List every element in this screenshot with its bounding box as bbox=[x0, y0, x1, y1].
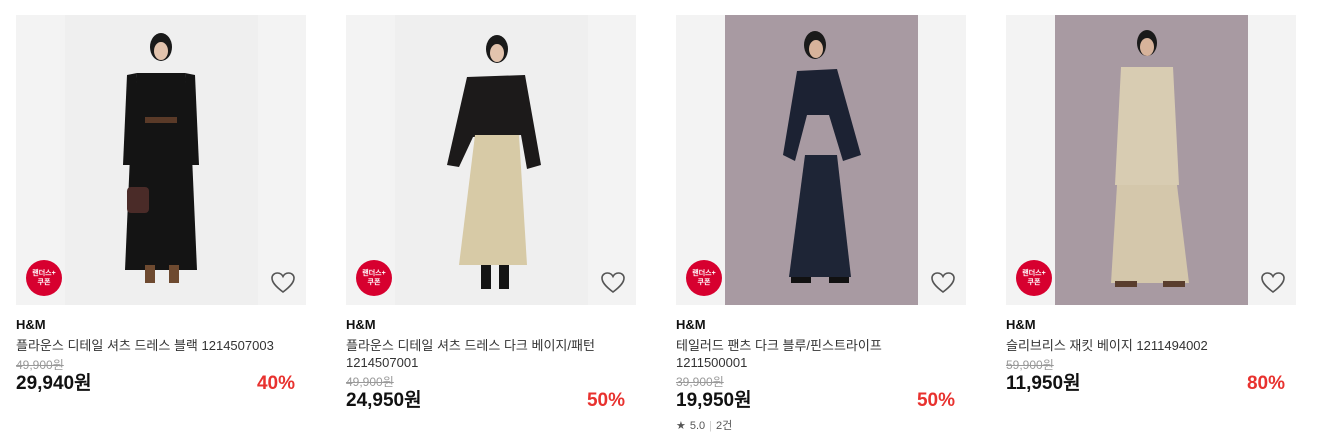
product-grid: 랜더스+ 쿠폰 H&M 플라운스 디테일 셔츠 드레스 블랙 121450700… bbox=[0, 0, 1318, 434]
wishlist-heart-icon[interactable] bbox=[930, 271, 956, 295]
product-card[interactable]: 랜더스+ 쿠폰 H&M 슬리브리스 재킷 베이지 1211494002 59,9… bbox=[1006, 15, 1296, 396]
product-thumbnail[interactable]: 랜더스+ 쿠폰 bbox=[676, 15, 966, 305]
original-price: 39,900원 bbox=[676, 375, 724, 389]
price-row: 24,950원 50% bbox=[346, 389, 625, 413]
brand-name[interactable]: H&M bbox=[1006, 317, 1296, 333]
sale-price: 24,950원 bbox=[346, 390, 422, 411]
coupon-badge: 랜더스+ 쿠폰 bbox=[1016, 260, 1052, 296]
wishlist-heart-icon[interactable] bbox=[1260, 271, 1286, 295]
discount-rate: 50% bbox=[916, 390, 955, 411]
rating-summary: ★ 5.0 | 2건 bbox=[676, 419, 966, 433]
coupon-badge: 랜더스+ 쿠폰 bbox=[26, 260, 62, 296]
product-name[interactable]: 플라운스 디테일 셔츠 드레스 블랙 1214507003 bbox=[16, 337, 286, 354]
product-name[interactable]: 슬리브리스 재킷 베이지 1211494002 bbox=[1006, 337, 1276, 354]
product-thumbnail[interactable]: 랜더스+ 쿠폰 bbox=[16, 15, 306, 305]
product-card[interactable]: 랜더스+ 쿠폰 H&M 플라운스 디테일 셔츠 드레스 블랙 121450700… bbox=[16, 15, 306, 396]
discount-rate: 50% bbox=[586, 390, 625, 411]
product-image[interactable] bbox=[725, 15, 918, 305]
sale-price: 29,940원 bbox=[16, 373, 92, 394]
product-name[interactable]: 플라운스 디테일 셔츠 드레스 다크 베이지/패턴 1214507001 bbox=[346, 337, 616, 371]
review-count[interactable]: 2건 bbox=[716, 419, 732, 433]
wishlist-heart-icon[interactable] bbox=[270, 271, 296, 295]
brand-name[interactable]: H&M bbox=[346, 317, 636, 333]
price-row: 19,950원 50% bbox=[676, 389, 955, 413]
star-icon: ★ bbox=[676, 420, 686, 432]
brand-name[interactable]: H&M bbox=[16, 317, 306, 333]
price-row: 11,950원 80% bbox=[1006, 372, 1285, 396]
product-thumbnail[interactable]: 랜더스+ 쿠폰 bbox=[346, 15, 636, 305]
brand-name[interactable]: H&M bbox=[676, 317, 966, 333]
original-price: 49,900원 bbox=[346, 375, 394, 389]
rating-score: 5.0 bbox=[689, 420, 706, 432]
product-card[interactable]: 랜더스+ 쿠폰 H&M 테일러드 팬츠 다크 블루/핀스트라이프 1211500… bbox=[676, 15, 966, 433]
discount-rate: 80% bbox=[1246, 373, 1285, 394]
product-image[interactable] bbox=[65, 15, 258, 305]
product-image[interactable] bbox=[1055, 15, 1248, 305]
coupon-badge: 랜더스+ 쿠폰 bbox=[356, 260, 392, 296]
product-name[interactable]: 테일러드 팬츠 다크 블루/핀스트라이프 1211500001 bbox=[676, 337, 946, 371]
sale-price: 19,950원 bbox=[676, 390, 752, 411]
product-image[interactable] bbox=[395, 15, 588, 305]
product-card[interactable]: 랜더스+ 쿠폰 H&M 플라운스 디테일 셔츠 드레스 다크 베이지/패턴 12… bbox=[346, 15, 636, 413]
original-price: 59,900원 bbox=[1006, 358, 1054, 372]
sale-price: 11,950원 bbox=[1006, 373, 1081, 394]
price-row: 29,940원 40% bbox=[16, 372, 295, 396]
divider: | bbox=[709, 420, 713, 432]
original-price: 49,900원 bbox=[16, 358, 64, 372]
wishlist-heart-icon[interactable] bbox=[600, 271, 626, 295]
discount-rate: 40% bbox=[256, 373, 295, 394]
product-thumbnail[interactable]: 랜더스+ 쿠폰 bbox=[1006, 15, 1296, 305]
coupon-badge: 랜더스+ 쿠폰 bbox=[686, 260, 722, 296]
